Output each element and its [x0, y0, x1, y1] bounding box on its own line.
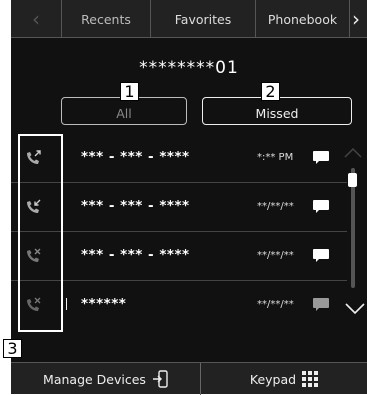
- tab-next-arrow-icon[interactable]: ›: [350, 0, 367, 38]
- call-time: **/**/**: [257, 250, 294, 261]
- message-icon[interactable]: [313, 298, 329, 311]
- keypad-label: Keypad: [249, 371, 297, 387]
- filter-all-button[interactable]: All: [61, 97, 187, 125]
- keypad-button[interactable]: Keypad: [201, 363, 367, 395]
- callout-2: 2: [261, 82, 280, 101]
- callout-3: 3: [3, 339, 22, 358]
- scrollbar-thumb[interactable]: [348, 173, 357, 187]
- phone-screen: ‹ Recents Favorites Phonebook › ********…: [3, 0, 367, 395]
- tab-phonebook[interactable]: Phonebook: [256, 0, 350, 38]
- call-number: ******: [81, 296, 127, 312]
- scroll-up-icon[interactable]: [344, 146, 362, 158]
- message-icon[interactable]: [313, 200, 329, 213]
- tab-prev-arrow-icon[interactable]: ‹: [11, 0, 62, 38]
- message-icon[interactable]: [313, 249, 329, 262]
- tab-favorites[interactable]: Favorites: [151, 0, 256, 38]
- tab-recents[interactable]: Recents: [62, 0, 151, 38]
- call-number: *** - *** - ****: [81, 149, 190, 165]
- message-icon[interactable]: [313, 151, 329, 164]
- manage-devices-button[interactable]: Manage Devices: [11, 363, 201, 395]
- call-time: **/**/**: [257, 299, 294, 310]
- callout-1: 1: [120, 82, 139, 101]
- tab-bar: ‹ Recents Favorites Phonebook ›: [11, 0, 367, 38]
- call-type-icons-highlight: [18, 134, 63, 332]
- row-bracket: [63, 298, 67, 310]
- call-time: **/**/**: [257, 201, 294, 212]
- call-time: *:** PM: [257, 152, 294, 163]
- device-transfer-icon: [152, 370, 168, 388]
- call-number: *** - *** - ****: [81, 198, 190, 214]
- bottom-bar: Manage Devices Keypad: [11, 362, 367, 395]
- manage-devices-label: Manage Devices: [43, 371, 146, 387]
- scroll-down-icon[interactable]: [345, 302, 365, 314]
- keypad-icon: [302, 371, 319, 387]
- dialed-number: ********01: [139, 58, 239, 78]
- call-number: *** - *** - ****: [81, 247, 190, 263]
- filter-missed-button[interactable]: Missed: [202, 97, 352, 125]
